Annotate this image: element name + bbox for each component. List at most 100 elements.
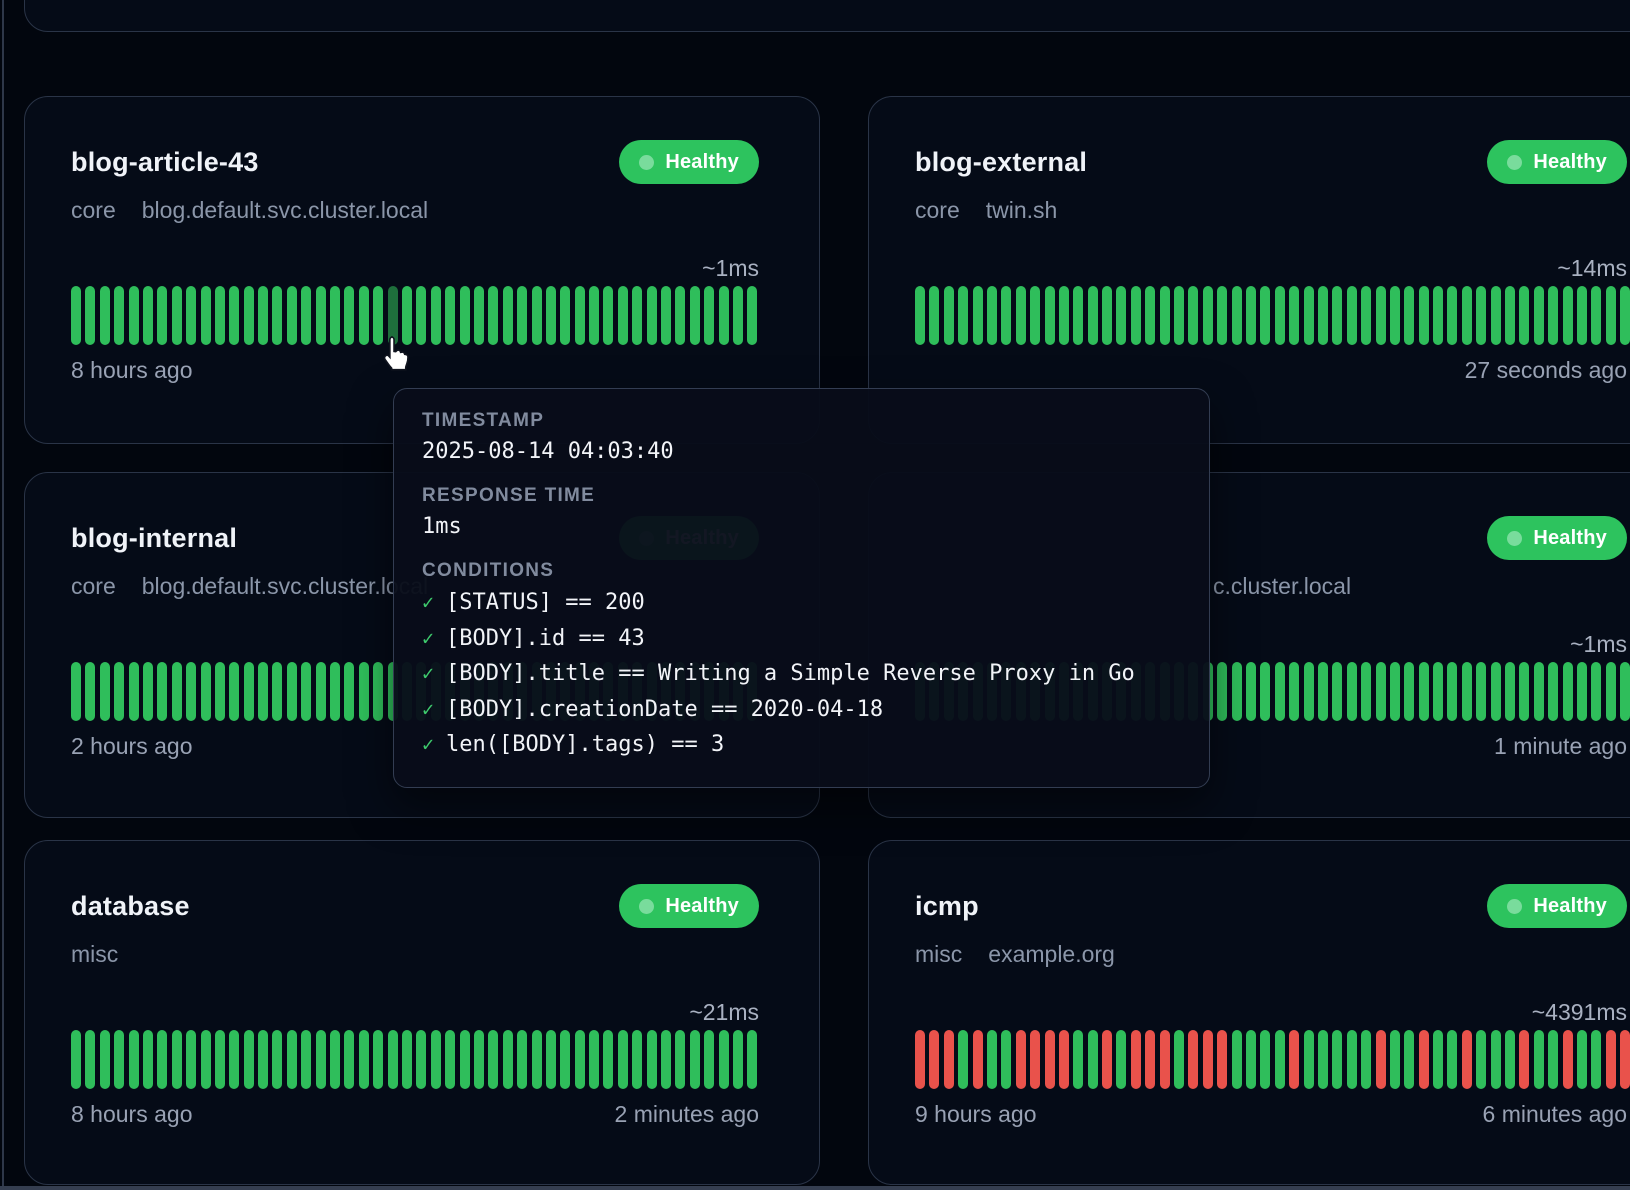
health-bar[interactable] [215, 286, 225, 345]
health-bar[interactable] [1491, 1030, 1501, 1089]
health-bar[interactable] [301, 662, 311, 721]
health-bar[interactable] [287, 662, 297, 721]
health-bar[interactable] [287, 286, 297, 345]
health-bar[interactable] [1217, 1030, 1227, 1089]
health-bar[interactable] [1563, 1030, 1573, 1089]
health-bar[interactable] [431, 286, 441, 345]
health-bar[interactable] [272, 1030, 282, 1089]
health-bar[interactable] [1591, 286, 1601, 345]
health-bar[interactable] [618, 1030, 628, 1089]
health-bar[interactable] [1591, 662, 1601, 721]
health-bar[interactable] [186, 662, 196, 721]
health-bar[interactable] [330, 286, 340, 345]
health-bar[interactable] [1620, 286, 1630, 345]
health-bar[interactable] [632, 286, 642, 345]
health-bar[interactable] [1419, 1030, 1429, 1089]
health-bar[interactable] [1001, 286, 1011, 345]
health-bar[interactable] [1462, 662, 1472, 721]
health-bar[interactable] [1260, 1030, 1270, 1089]
health-bar[interactable] [1318, 286, 1328, 345]
health-bar[interactable] [330, 662, 340, 721]
health-bar[interactable] [1030, 1030, 1040, 1089]
health-bar[interactable] [114, 662, 124, 721]
health-bar[interactable] [416, 1030, 426, 1089]
health-bar[interactable] [1347, 286, 1357, 345]
health-bar[interactable] [690, 286, 700, 345]
health-bar[interactable] [958, 286, 968, 345]
health-bar[interactable] [186, 1030, 196, 1089]
health-bar[interactable] [575, 286, 585, 345]
health-bar[interactable] [704, 1030, 714, 1089]
health-bar[interactable] [1491, 662, 1501, 721]
health-bar[interactable] [1260, 286, 1270, 345]
health-bar[interactable] [258, 1030, 268, 1089]
health-bar[interactable] [1347, 662, 1357, 721]
health-bar[interactable] [1016, 286, 1026, 345]
health-bar[interactable] [1232, 286, 1242, 345]
health-bar[interactable] [373, 1030, 383, 1089]
health-bar[interactable] [915, 1030, 925, 1089]
health-bar[interactable] [733, 1030, 743, 1089]
health-bar[interactable] [100, 1030, 110, 1089]
health-bar[interactable] [301, 1030, 311, 1089]
health-bar[interactable] [129, 286, 139, 345]
health-bar[interactable] [1419, 286, 1429, 345]
health-bar[interactable] [1534, 662, 1544, 721]
health-bar[interactable] [1419, 662, 1429, 721]
health-bar[interactable] [1131, 1030, 1141, 1089]
health-bar[interactable] [143, 286, 153, 345]
health-bar[interactable] [344, 662, 354, 721]
health-bar[interactable] [1260, 662, 1270, 721]
health-bar[interactable] [987, 1030, 997, 1089]
health-bar[interactable] [973, 1030, 983, 1089]
health-bar[interactable] [359, 1030, 369, 1089]
health-bar[interactable] [1275, 286, 1285, 345]
health-bar[interactable] [1563, 662, 1573, 721]
health-bar[interactable] [1246, 662, 1256, 721]
health-bar[interactable] [1462, 1030, 1472, 1089]
health-bar[interactable] [1188, 1030, 1198, 1089]
health-bar[interactable] [1001, 1030, 1011, 1089]
health-bar[interactable] [603, 1030, 613, 1089]
health-bar[interactable] [1376, 286, 1386, 345]
health-bar[interactable] [1390, 1030, 1400, 1089]
health-bar[interactable] [1606, 1030, 1616, 1089]
health-bar[interactable] [517, 1030, 527, 1089]
health-bar[interactable] [1591, 1030, 1601, 1089]
health-bar[interactable] [915, 286, 925, 345]
health-bar[interactable] [589, 1030, 599, 1089]
health-bar[interactable] [359, 286, 369, 345]
health-bar[interactable] [244, 1030, 254, 1089]
health-bar[interactable] [71, 662, 81, 721]
health-bar[interactable] [1145, 1030, 1155, 1089]
health-bar[interactable] [603, 286, 613, 345]
health-bar[interactable] [100, 662, 110, 721]
health-bar[interactable] [316, 286, 326, 345]
health-bar[interactable] [1088, 1030, 1098, 1089]
health-bar[interactable] [747, 1030, 757, 1089]
health-bar[interactable] [445, 286, 455, 345]
health-bar[interactable] [373, 662, 383, 721]
health-bar[interactable] [1045, 286, 1055, 345]
health-bar[interactable] [1548, 286, 1558, 345]
health-bar[interactable] [1390, 662, 1400, 721]
health-bar[interactable] [575, 1030, 585, 1089]
health-bar[interactable] [258, 286, 268, 345]
health-bar[interactable] [215, 662, 225, 721]
health-bar[interactable] [488, 286, 498, 345]
health-bar[interactable] [1073, 286, 1083, 345]
health-bar[interactable] [272, 662, 282, 721]
health-bar[interactable] [244, 662, 254, 721]
health-bar[interactable] [1217, 662, 1227, 721]
health-bar[interactable] [1447, 286, 1457, 345]
health-bar[interactable] [1577, 286, 1587, 345]
health-bar[interactable] [1433, 286, 1443, 345]
health-bar[interactable] [1606, 662, 1616, 721]
health-bar[interactable] [944, 1030, 954, 1089]
health-bar[interactable] [1361, 1030, 1371, 1089]
health-bar[interactable] [1447, 662, 1457, 721]
health-bar[interactable] [143, 662, 153, 721]
health-bar[interactable] [488, 1030, 498, 1089]
health-bar[interactable] [1016, 1030, 1026, 1089]
health-bar[interactable] [1519, 286, 1529, 345]
